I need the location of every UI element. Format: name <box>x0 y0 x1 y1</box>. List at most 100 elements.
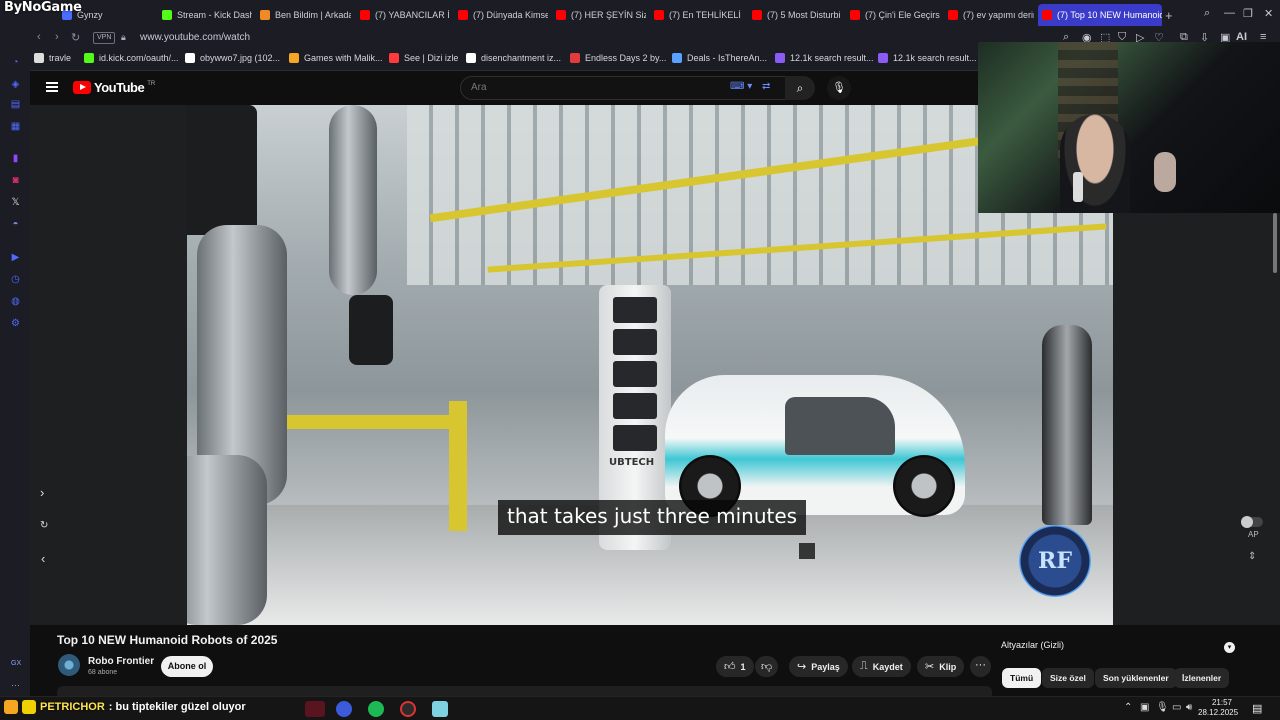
channel-watermark[interactable]: RF <box>1019 525 1091 597</box>
clip-button[interactable]: ✂ Klip <box>917 656 965 677</box>
notification-icon[interactable]: ▤ <box>1252 702 1262 715</box>
browser-tab[interactable]: (7) Top 10 NEW Humanoid <box>1038 4 1162 26</box>
app-icon[interactable] <box>336 701 352 717</box>
forward-icon[interactable]: › <box>55 31 59 43</box>
refresh-icon[interactable]: ↻ <box>40 520 48 531</box>
chevron-right-icon[interactable]: › <box>40 485 44 500</box>
keyboard-icon[interactable]: ⌨ ▾ <box>730 81 752 92</box>
humanoid-robot-left <box>187 105 437 625</box>
obs-icon[interactable] <box>400 701 416 717</box>
url-field[interactable]: www.youtube.com/watch <box>140 32 250 43</box>
channel-avatar[interactable] <box>58 654 80 676</box>
bookmark-label: 12.1k search result... <box>893 53 977 63</box>
subtitles-panel[interactable]: Altyazılar (Gizli) ▾ <box>1001 640 1239 658</box>
more-icon[interactable]: ··· <box>11 680 20 690</box>
youtube-logo[interactable]: YouTube TR <box>73 80 155 95</box>
bookmark-item[interactable]: 12.1k search result... <box>878 53 977 63</box>
bookmark-item[interactable]: travle <box>34 53 71 63</box>
tab-label: (7) Dünyada Kimse <box>473 10 548 20</box>
bookmark-item[interactable]: obywwo7.jpg (102... <box>185 53 280 63</box>
subscribe-button[interactable]: Abone ol <box>161 656 213 677</box>
search-button[interactable]: ⌕ <box>785 76 815 100</box>
streamer-hand <box>1154 152 1176 192</box>
bookmark-item[interactable]: 12.1k search result... <box>775 53 874 63</box>
twitch-icon[interactable]: ▮ <box>9 152 22 165</box>
game-icon[interactable]: ▤ <box>9 98 22 111</box>
browser-tab[interactable]: (7) Çin'i Ele Geçirs <box>846 4 940 26</box>
reload-icon[interactable]: ↻ <box>71 31 80 44</box>
filter-chip[interactable]: Son yüklenenler <box>1095 668 1177 688</box>
bookmark-favicon-icon <box>570 53 580 63</box>
dislike-button[interactable]: 👎︎ <box>755 656 779 677</box>
minimize-icon[interactable]: — <box>1224 7 1235 19</box>
discord-icon[interactable]: ◓ <box>9 218 22 231</box>
x-icon[interactable]: 𝕏 <box>9 196 22 209</box>
bookmark-item[interactable]: disenchantment iz... <box>466 53 561 63</box>
scrollbar[interactable] <box>1273 213 1277 273</box>
yellow-railing-post <box>449 401 467 531</box>
more-actions-button[interactable]: ··· <box>970 656 991 677</box>
chevron-left-icon[interactable]: ‹ <box>41 551 45 566</box>
browser-tab[interactable]: (7) Dünyada Kimse <box>454 4 548 26</box>
speed-dial-icon[interactable]: ◔ <box>9 56 22 69</box>
volume-icon[interactable]: 🔊︎ <box>1186 702 1192 713</box>
workspace-icon[interactable]: ▦ <box>9 120 22 133</box>
expand-icon[interactable]: ⇕ <box>1248 551 1256 562</box>
autoplay-toggle[interactable] <box>1241 516 1263 528</box>
channel-name[interactable]: Robo Frontier <box>88 656 154 667</box>
aria-icon[interactable]: ◈ <box>9 78 22 91</box>
tab-label: (7) HER ŞEYİN Siz <box>571 10 646 20</box>
bookmark-item[interactable]: Endless Days 2 by... <box>570 53 666 63</box>
chevron-down-icon[interactable]: ▾ <box>1224 642 1235 653</box>
browser-tab[interactable]: Stream - Kick Dash <box>158 4 252 26</box>
filter-chip[interactable]: İzlenenler <box>1174 668 1230 688</box>
player-sidebar-icon[interactable]: ▶ <box>9 251 22 264</box>
browser-tab[interactable]: (7) YABANCILAR İ <box>356 4 450 26</box>
bookmark-item[interactable]: Games with Malik... <box>289 53 383 63</box>
new-tab-button[interactable]: + <box>1165 8 1173 23</box>
bookmark-label: Endless Days 2 by... <box>585 53 667 63</box>
bookmark-item[interactable]: Deals - IsThereAn... <box>672 53 767 63</box>
opera-gx-app-icon[interactable] <box>305 701 325 717</box>
network-icon[interactable]: ▭ <box>1172 702 1181 713</box>
restore-icon[interactable]: ❐ <box>1243 7 1253 20</box>
instagram-icon[interactable]: ◙ <box>9 174 22 187</box>
history-icon[interactable]: ◷ <box>9 273 22 286</box>
subscriber-count: 68 abone <box>88 669 118 676</box>
vpn-badge[interactable]: VPN <box>93 32 116 44</box>
bookmark-item[interactable]: id.kick.com/oauth/... <box>84 53 179 63</box>
tab-label: (7) Top 10 NEW Humanoid <box>1057 10 1162 20</box>
notes-app-icon[interactable] <box>432 701 448 717</box>
back-icon[interactable]: ‹ <box>37 31 41 43</box>
browser-tab[interactable]: (7) 5 Most Disturbi <box>748 4 842 26</box>
tray-chevron-icon[interactable]: ⌃ <box>1124 702 1132 713</box>
translate-icon[interactable]: ⇄ <box>762 81 770 92</box>
filter-chip[interactable]: Size özel <box>1042 668 1094 688</box>
spotify-icon[interactable] <box>368 701 384 717</box>
browser-tab[interactable]: (7) ev yapımı derin <box>944 4 1034 26</box>
system-clock[interactable]: 21:57 28.12.2025 <box>1198 698 1238 718</box>
bookmark-item[interactable]: See | Dizi izle <box>389 53 458 63</box>
hamburger-menu-icon[interactable] <box>46 82 58 92</box>
play-indicator <box>799 543 815 559</box>
browser-tab[interactable]: (7) En TEHLİKELİ <box>650 4 744 26</box>
save-button[interactable]: ⎍ Kaydet <box>852 656 911 677</box>
search-icon[interactable]: ⌕ <box>1204 7 1210 20</box>
close-icon[interactable]: ✕ <box>1264 7 1273 20</box>
tray-mic-icon[interactable]: 🎙︎ <box>1156 702 1169 713</box>
messenger-icon[interactable]: ◍ <box>9 295 22 308</box>
browser-tab[interactable]: (7) HER ŞEYİN Siz <box>552 4 646 26</box>
share-button[interactable]: ↪ Paylaş <box>789 656 848 677</box>
description-box[interactable] <box>57 686 992 696</box>
tray-app-icon[interactable]: ▣ <box>1140 702 1149 713</box>
lock-icon[interactable]: 🔒︎ <box>121 32 126 43</box>
video-frame[interactable]: UBTECH RF <box>187 105 1113 625</box>
car <box>665 375 965 517</box>
filter-chip[interactable]: Tümü <box>1002 668 1042 688</box>
share-label: Paylaş <box>811 661 840 672</box>
settings-icon[interactable]: ⚙ <box>9 317 22 330</box>
mic-icon[interactable]: 🎙︎ <box>827 76 851 100</box>
like-button[interactable]: 👍︎ 1 <box>716 656 754 677</box>
tab-favicon-icon <box>260 10 270 20</box>
browser-tab[interactable]: Ben Bildim | Arkada <box>256 4 351 26</box>
